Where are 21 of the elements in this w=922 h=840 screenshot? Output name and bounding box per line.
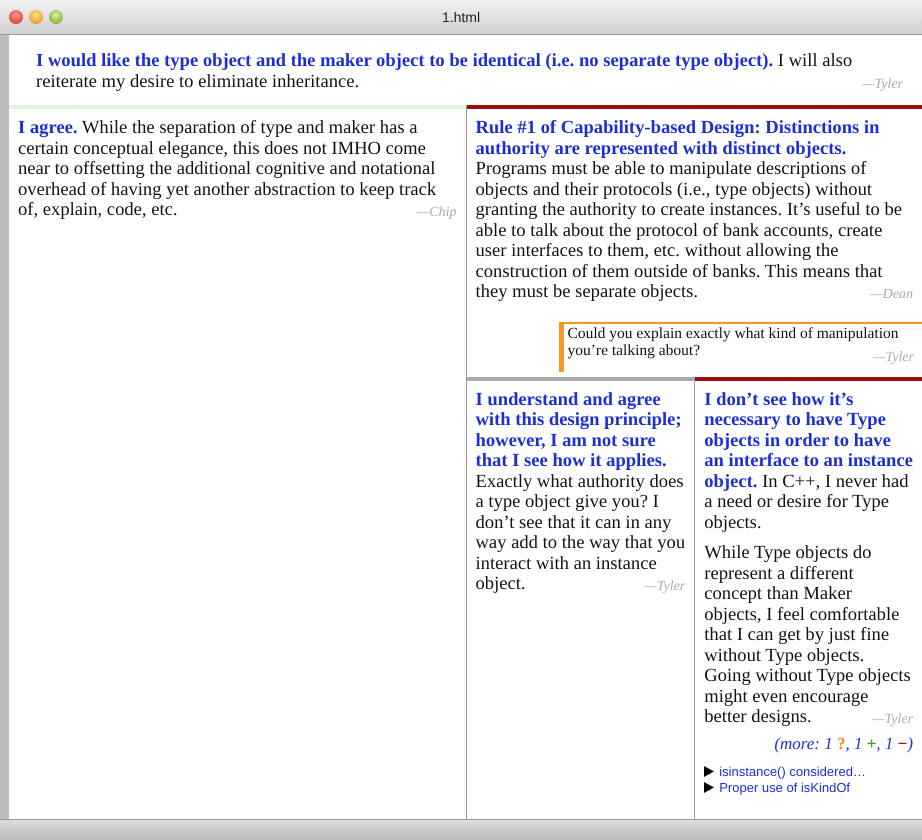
comment-text: I agree. While the separation of type and maker has a certain conceptual elegance, this does not IMHO come near to offsetting the additional cognitive and notational overhead of having yet another abstraction to keep track of, explain, code, etc. —Chip bbox=[18, 118, 456, 220]
window-title: 1.html bbox=[442, 9, 480, 25]
author-signature: —Tyler bbox=[644, 578, 686, 596]
zoom-icon[interactable] bbox=[49, 10, 63, 24]
expand-triangle-icon[interactable] bbox=[704, 766, 714, 776]
comment-text: I understand and agree with this design principle; however, I am not sure that I see how it applies. Exactly what authority does a type object give you? I don’t see that it can in any way add to the way that you interact with an instance object. —Tyler bbox=[476, 390, 686, 594]
author-signature: —Tyler bbox=[872, 711, 913, 729]
comment-text: Rule #1 of Capability-based Design: Distinctions in authority are represented with distinct objects. Programs must be able to manipulate descriptions of objects and their protocols (i.e., type objects) without granting the authority to create instances. It’s useful to be able to talk about the protocol of bank accounts, create user interfaces to them, etc. without allowing the construction of them outside of banks. This means that they must be separate objects. —Dean bbox=[476, 118, 913, 302]
close-icon[interactable] bbox=[9, 10, 23, 24]
topic-link[interactable]: Proper use of isKindOf bbox=[719, 780, 850, 794]
comment-text: While Type objects do represent a different concept than Maker objects, I feel comfortable that I can get by just fine without Type objects. Going without Type objects might even encourage better designs. —Tyler bbox=[704, 543, 913, 728]
author-signature: —Dean bbox=[870, 286, 913, 304]
minimize-icon[interactable] bbox=[29, 10, 43, 24]
author-signature: —Chip bbox=[416, 204, 456, 222]
expand-triangle-icon[interactable] bbox=[704, 782, 714, 792]
more-counts[interactable]: (more: 1 ?, 1 +, 1 −) bbox=[704, 734, 913, 754]
comment-text: I would like the type object and the maker object to be identical (i.e. no separate type object). I will also reiterate my desire to eliminate inheritance. —Tyler bbox=[36, 51, 903, 92]
author-signature: —Tyler bbox=[862, 76, 903, 94]
topic-link[interactable]: isinstance() considered… bbox=[719, 764, 866, 778]
comment-text: I don’t see how it’s necessary to have Type objects in order to have an interface to an instance object. In C++, I never had a need or desire for Type objects. bbox=[704, 390, 913, 533]
author-signature: —Tyler bbox=[873, 348, 914, 366]
